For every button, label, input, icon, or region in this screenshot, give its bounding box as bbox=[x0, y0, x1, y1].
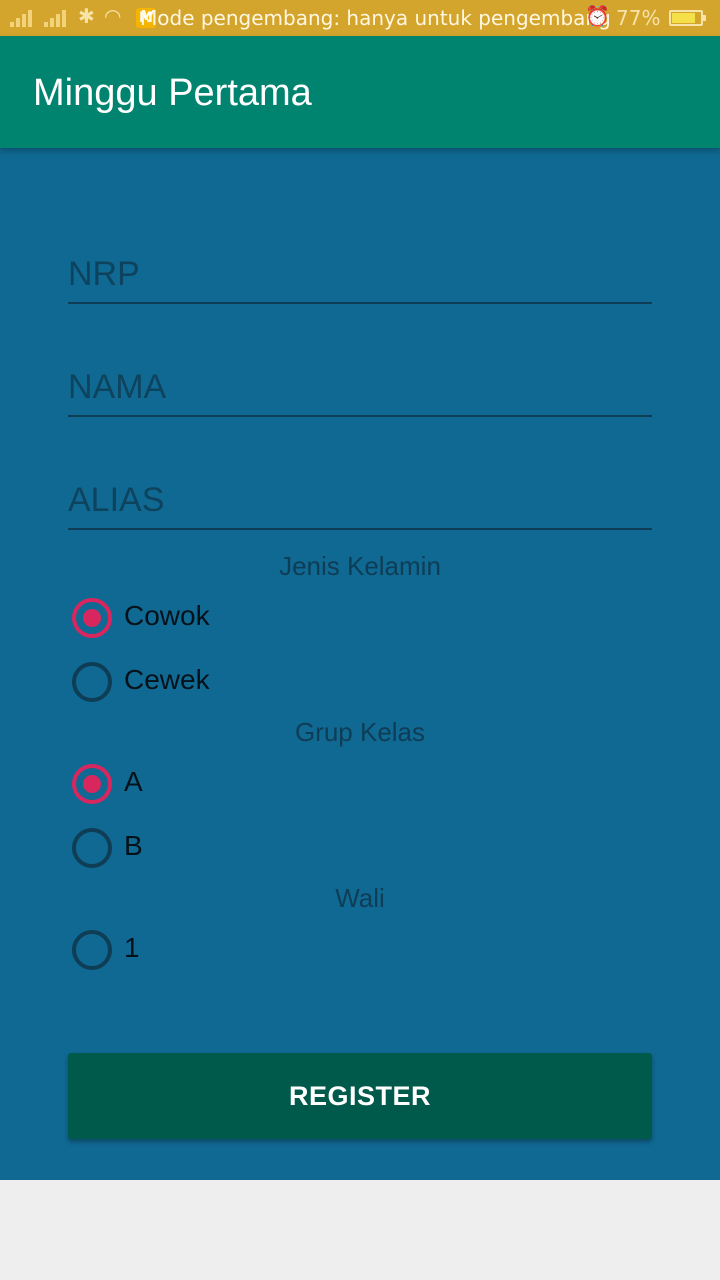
class-group-label: Grup Kelas bbox=[294, 717, 426, 747]
battery-percent: 77% bbox=[616, 6, 661, 30]
signal-icon bbox=[44, 9, 72, 27]
nrp-input[interactable] bbox=[68, 252, 652, 296]
radio-button[interactable] bbox=[72, 930, 112, 970]
radio-button[interactable] bbox=[72, 598, 112, 638]
radio-label: 1 bbox=[124, 932, 140, 963]
nama-field bbox=[68, 365, 652, 417]
alarm-icon: ⏰ bbox=[585, 4, 610, 28]
developer-mode-notice: Mode pengembang: hanya untuk pengembang bbox=[140, 6, 611, 30]
alias-field bbox=[68, 478, 652, 530]
radio-button[interactable] bbox=[72, 662, 112, 702]
nrp-field bbox=[68, 252, 652, 304]
register-button[interactable]: REGISTER bbox=[68, 1053, 652, 1139]
nama-input[interactable] bbox=[68, 365, 652, 409]
radio-label: Cowok bbox=[124, 600, 210, 631]
radio-label: A bbox=[124, 766, 143, 797]
battery-icon bbox=[669, 10, 706, 26]
radio-label: B bbox=[124, 830, 143, 861]
status-bar: ✱ ◠ M Mode pengembang: hanya untuk penge… bbox=[0, 0, 720, 36]
guardian-label: Wali bbox=[335, 883, 385, 913]
register-form: Jenis Kelamin Cowok Cewek Grup Kelas A B… bbox=[0, 148, 720, 1180]
notification-icon: ✱ bbox=[78, 4, 95, 28]
radio-button[interactable] bbox=[72, 764, 112, 804]
wifi-icon: ◠ bbox=[104, 4, 122, 28]
gender-label: Jenis Kelamin bbox=[279, 551, 441, 581]
radio-button[interactable] bbox=[72, 828, 112, 868]
signal-icon bbox=[10, 9, 38, 27]
page-title: Minggu Pertama bbox=[33, 72, 312, 114]
alias-input[interactable] bbox=[68, 478, 652, 522]
radio-label: Cewek bbox=[124, 664, 210, 695]
app-bar: Minggu Pertama bbox=[0, 36, 720, 148]
